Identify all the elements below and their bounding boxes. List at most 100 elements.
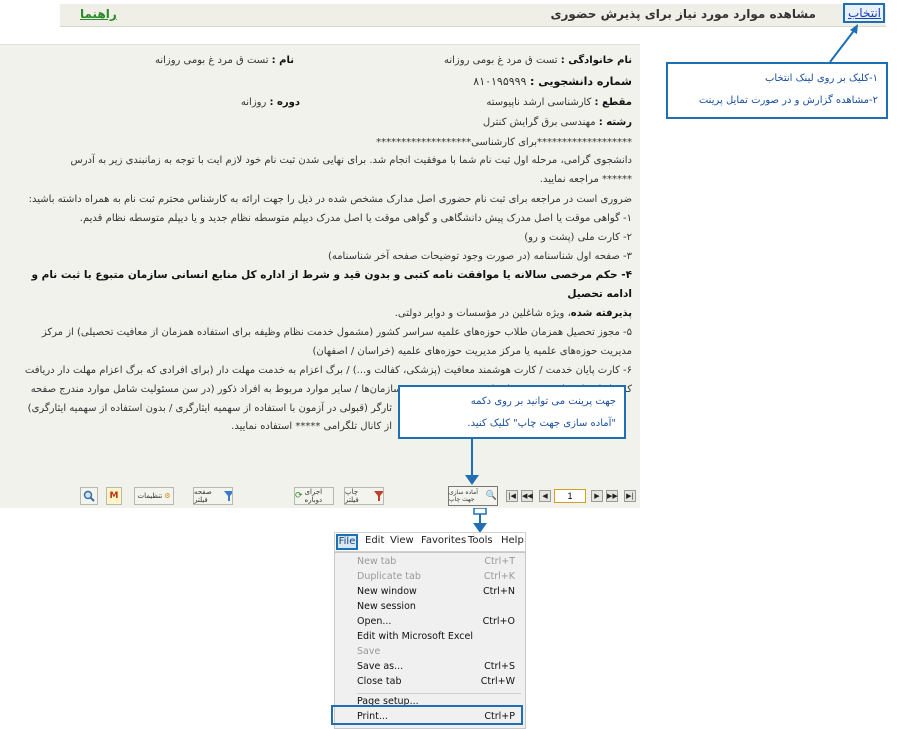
item-4-d: ، ویژه شاغلین در مؤسسات و دوایر دولتی.: [394, 308, 571, 319]
filter-page-button[interactable]: صفحه فیلتر: [193, 487, 233, 505]
arrow-to-select-link: [829, 24, 858, 63]
callout-2-line-1: جهت پرینت می توانید بر روی دکمه: [470, 396, 616, 407]
rerun-button[interactable]: ⟳ اجرای دوباره: [294, 487, 334, 505]
menu-help[interactable]: Help: [501, 535, 524, 546]
select-link[interactable]: انتخاب: [848, 6, 881, 20]
period-label: دوره :: [269, 97, 301, 108]
line-b: از کانال تلگرامی ***** استفاده نمایید.: [231, 421, 392, 432]
level-label: مقطع :: [594, 97, 632, 108]
magnifier-icon: 🔍: [485, 491, 497, 501]
arrow-to-prepare-print: [465, 439, 479, 485]
next-page-button[interactable]: ▶: [591, 490, 603, 502]
first-name-row: نام : تست ق مرد غ بومی روزانه: [155, 55, 294, 66]
prepare-print-button[interactable]: آماده سازی جهت چاپ 🔍: [448, 486, 498, 506]
print-filter-label: چاپ فیلتر: [345, 488, 359, 504]
settings-label: تنظیمات: [137, 492, 163, 500]
item-3: ۳- صفحه اول شناسنامه (در صورت وجود توضیح…: [327, 251, 632, 262]
filter-icon: [373, 491, 383, 501]
last-page-button[interactable]: ▶|: [624, 490, 636, 502]
item-4-a: ۴- حکم مرخصی سالانه یا موافقت نامه: [432, 269, 632, 281]
menu-favorites[interactable]: Favorites: [421, 535, 466, 546]
last-name-value: تست ق مرد غ بومی روزانه: [444, 55, 558, 66]
prev-block-button[interactable]: ◀◀: [521, 490, 533, 502]
line-a: ثارگر (قبولی در آزمون با استفاده از سهمی…: [27, 403, 392, 414]
filter-icon: [223, 491, 232, 501]
stars-line: *******************برای کارشناسی********…: [376, 137, 632, 148]
arrow-to-menu: [473, 508, 487, 533]
major-label: رشته :: [598, 117, 632, 128]
instruction-callout-select: ۱-کلیک بر روی لینک انتخاب ۲-مشاهده گزارش…: [666, 62, 888, 119]
item-2: ۲- کارت ملی (پشت و رو): [524, 232, 632, 243]
callout-line-1: ۱-کلیک بر روی لینک انتخاب: [764, 73, 878, 84]
print-item-highlight: [331, 705, 523, 725]
arrow-line: [829, 27, 857, 63]
menu-item-save-as[interactable]: Save as... Ctrl+S: [357, 660, 515, 675]
menu-file[interactable]: File: [336, 534, 358, 550]
browser-menubar: File Edit View Favorites Tools Help: [334, 532, 526, 552]
arrow-box: [473, 508, 487, 515]
last-page-icon: ▶|: [626, 492, 634, 500]
menu-item-new-session[interactable]: New session: [357, 600, 515, 615]
paragraph-2: ضروری است در مراجعه برای ثبت نام حضوری ا…: [28, 194, 632, 205]
last-name-label: نام خانوادگی :: [560, 55, 632, 66]
menu-item-new-tab[interactable]: New tab Ctrl+T: [357, 555, 515, 570]
print-filter-button[interactable]: چاپ فیلتر: [344, 487, 384, 505]
paragraph-1-cont: ****** مراجعه نمایید.: [539, 174, 632, 185]
help-link[interactable]: راهنما: [80, 7, 117, 21]
menu-item-save[interactable]: Save: [357, 645, 515, 660]
student-id-label: شماره دانشجویی :: [529, 75, 632, 88]
fast-forward-icon: ▶▶: [607, 492, 618, 500]
prepare-print-label: آماده سازی جهت چاپ: [449, 489, 478, 503]
menu-item-close-tab[interactable]: Close tab Ctrl+W: [357, 675, 515, 690]
level-value: کارشناسی ارشد ناپیوسته: [486, 97, 592, 108]
settings-icon: ⚙: [164, 492, 171, 500]
student-id-row: شماره دانشجویی : ۸۱۰۱۹۵۹۹۹: [473, 75, 632, 88]
rerun-icon: ⟳: [295, 491, 303, 501]
major-value: مهندسی برق گرایش کنترل: [482, 117, 596, 128]
next-icon: ▶: [594, 492, 600, 500]
item-1: ۱- گواهی موقت یا اصل مدرک پیش دانشگاهی و…: [79, 213, 632, 224]
level-row: مقطع : کارشناسی ارشد ناپیوسته: [486, 97, 632, 108]
student-id-value: ۸۱۰۱۹۵۹۹۹: [473, 75, 527, 88]
last-name-row: نام خانوادگی : تست ق مرد غ بومی روزانه: [444, 55, 632, 66]
instruction-callout-print: جهت پرینت می توانید بر روی دکمه "آماده س…: [398, 385, 626, 439]
first-page-icon: |◀: [508, 492, 516, 500]
menu-item-new-window[interactable]: New window Ctrl+N: [357, 585, 515, 600]
arrow-head: [850, 24, 858, 34]
menu-item-open[interactable]: Open... Ctrl+O: [357, 615, 515, 630]
period-row: دوره : روزانه: [241, 97, 300, 108]
search-icon: [83, 490, 95, 502]
search-button[interactable]: [80, 487, 98, 505]
menu-separator: [357, 693, 521, 694]
item-4-cont: پذیرفته شده، ویژه شاغلین در مؤسسات و دوا…: [8, 304, 632, 323]
rewind-icon: ◀◀: [522, 492, 533, 500]
menu-edit[interactable]: Edit: [365, 535, 384, 546]
requirements-list: ضروری است در مراجعه برای ثبت نام حضوری ا…: [8, 190, 632, 399]
item-6: ۶- کارت پایان خدمت / کارت هوشمند معافیت …: [24, 365, 632, 376]
first-page-button[interactable]: |◀: [506, 490, 518, 502]
page-number-input[interactable]: [554, 489, 586, 503]
file-menu-dropdown: New tab Ctrl+T Duplicate tab Ctrl+K New …: [334, 552, 526, 729]
menu-item-duplicate-tab[interactable]: Duplicate tab Ctrl+K: [357, 570, 515, 585]
first-name-label: نام :: [271, 55, 294, 66]
filter-page-label: صفحه فیلتر: [194, 488, 212, 504]
major-row: رشته : مهندسی برق گرایش کنترل: [483, 117, 632, 128]
prev-page-button[interactable]: ◀: [539, 490, 551, 502]
export-button[interactable]: M: [106, 487, 122, 505]
item-5-cont: مدیریت حوزه‌های علمیه یا مرکز مدیریت حوز…: [312, 346, 632, 357]
menu-view[interactable]: View: [390, 535, 414, 546]
item-5: ۵- مجوز تحصیل همزمان طلاب حوزه‌های علمیه…: [41, 327, 632, 338]
settings-button[interactable]: تنظیمات ⚙: [134, 487, 174, 505]
menu-tools[interactable]: Tools: [468, 535, 493, 546]
top-bar: راهنما مشاهده موارد مورد نیاز برای پذیرش…: [60, 4, 886, 27]
paragraph-1: دانشجوی گرامی، مرحله اول ثبت نام شما با …: [8, 151, 632, 189]
arrow-head: [465, 475, 479, 485]
prev-icon: ◀: [542, 492, 548, 500]
callout-line-2: ۲-مشاهده گزارش و در صورت تمایل پرینت: [698, 95, 878, 106]
period-value: روزانه: [240, 97, 267, 108]
paragraph-1-text: دانشجوی گرامی، مرحله اول ثبت نام شما با …: [70, 155, 632, 166]
page-title: مشاهده موارد مورد نیاز برای پذیرش حضوری: [550, 7, 816, 21]
menu-item-edit-with-excel[interactable]: Edit with Microsoft Excel: [357, 630, 515, 645]
rerun-label: اجرای دوباره: [304, 488, 323, 504]
next-block-button[interactable]: ▶▶: [606, 490, 618, 502]
